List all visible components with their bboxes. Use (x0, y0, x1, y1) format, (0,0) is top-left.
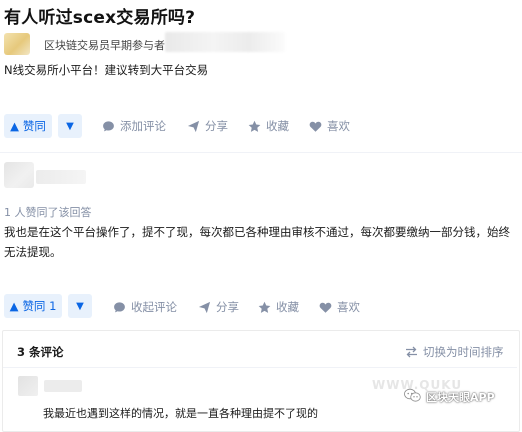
vote-up-button[interactable]: ▲ 赞同 1 (4, 294, 62, 318)
watermark-logo-icon (404, 388, 421, 403)
vote-up-label: 赞同 (22, 119, 46, 133)
triangle-down-icon: ▼ (66, 120, 74, 132)
collapse-comment-button[interactable]: 收起评论 (113, 299, 177, 315)
collect-label: 收藏 (266, 119, 289, 133)
add-comment-button[interactable]: 添加评论 (102, 118, 166, 134)
star-icon (258, 301, 271, 314)
switch-arrows-icon (405, 346, 418, 358)
like-label: 喜欢 (327, 119, 350, 133)
watermark-text: 区块天眼APP (426, 391, 495, 404)
share-button[interactable]: 分享 (187, 118, 228, 134)
collect-button[interactable]: 收藏 (248, 118, 289, 134)
vote-up-label: 赞同 1 (22, 299, 57, 313)
triangle-up-icon: ▲ (9, 299, 19, 313)
answer-divider (0, 152, 522, 153)
comments-divider (3, 367, 517, 368)
question-title: 有人听过scex交易所吗? (4, 8, 196, 28)
answer-content: N线交易所小平台！建议转到大平台交易 (4, 63, 209, 77)
like-button[interactable]: 喜欢 (309, 118, 350, 134)
collect-label: 收藏 (276, 300, 299, 314)
triangle-up-icon: ▲ (10, 119, 19, 133)
avatar[interactable] (4, 162, 34, 188)
comment-text: 我最近也遇到这样的情况，就是一直各种理由提不了现的 (43, 407, 318, 420)
add-comment-label: 添加评论 (120, 119, 166, 133)
comment-count: 3 条评论 (17, 345, 64, 359)
collapse-comment-label: 收起评论 (131, 300, 177, 314)
avatar[interactable] (4, 33, 30, 55)
vote-down-button[interactable]: ▼ (68, 294, 92, 318)
share-label: 分享 (216, 300, 239, 314)
vote-up-button[interactable]: ▲ 赞同 (4, 114, 52, 138)
star-icon (248, 120, 261, 133)
answer-content: 我也是在这个平台操作了，提不了现，每次都已各种理由审核不通过，每次都要缴纳一部分… (4, 225, 510, 259)
like-label: 喜欢 (337, 300, 360, 314)
blurred-author-name (36, 170, 86, 184)
comment-icon (113, 301, 126, 314)
heart-icon (309, 120, 322, 133)
collect-button[interactable]: 收藏 (258, 299, 299, 315)
share-button[interactable]: 分享 (198, 299, 239, 315)
share-label: 分享 (205, 119, 228, 133)
triangle-down-icon: ▼ (76, 300, 84, 312)
author-headline: 区块链交易员早期参与者 (44, 39, 165, 52)
sort-toggle-button[interactable]: 切换为时间排序 (405, 344, 504, 360)
sort-toggle-label: 切换为时间排序 (423, 345, 504, 359)
heart-icon (319, 301, 332, 314)
like-button[interactable]: 喜欢 (319, 299, 360, 315)
avatar[interactable] (18, 376, 38, 396)
vote-count-text: 1 人赞同了该回答 (4, 206, 92, 219)
blurred-author-name (44, 380, 82, 392)
share-icon (187, 120, 200, 133)
vote-down-button[interactable]: ▼ (58, 114, 82, 138)
share-icon (198, 301, 211, 314)
comment-icon (102, 120, 115, 133)
blurred-author-name (165, 32, 285, 52)
